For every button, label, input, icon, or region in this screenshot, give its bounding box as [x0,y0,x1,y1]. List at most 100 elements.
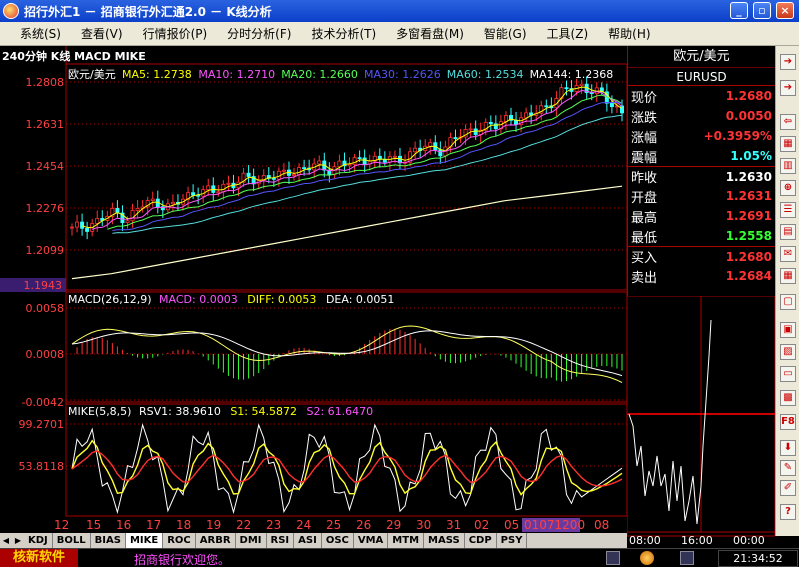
candle-body [413,147,418,153]
network-icon[interactable] [606,551,620,565]
date-tick: 01071200 [524,518,585,532]
tab-psy[interactable]: PSY [496,533,528,548]
quote-row: 涨幅 +0.3959% [628,126,775,146]
candle-body [438,149,443,157]
ma-legend-item: MA10: 1.2710 [198,68,275,81]
tab-mike[interactable]: MIKE [125,533,164,548]
ma-legend-item: MA60: 1.2534 [447,68,524,81]
tab-rsi[interactable]: RSI [266,533,295,548]
price-tick: 1.2808 [26,76,65,89]
menu-system[interactable]: 系统(S) [16,24,65,43]
candle-body [524,112,529,119]
quote-row: 最高 1.2691 [628,206,775,226]
zoom-icon[interactable]: ⊕ [780,180,796,196]
table-icon[interactable]: ▤ [780,224,796,240]
date-tick: 05 [504,518,519,532]
macd-dea-line [71,330,623,377]
menu-view[interactable]: 查看(V) [77,24,127,43]
alert-icon[interactable] [640,551,654,565]
layout-icon[interactable]: ▣ [780,322,796,338]
edit-icon[interactable]: ✎ [780,460,796,476]
candle-body [297,167,302,175]
tab-osc[interactable]: OSC [321,533,354,548]
tab-mtm[interactable]: MTM [388,533,425,548]
date-tick: 30 [416,518,431,532]
candle-body [130,210,135,222]
macd-value: MACD: 0.0003 [159,293,238,306]
mike-header: MIKE(5,8,5) RSV1: 38.9610 S1: 54.5872 S2… [68,405,373,418]
intraday-mini-chart[interactable]: 08:00 16:00 00:00 [626,295,776,547]
menu-technical[interactable]: 技术分析(T) [307,24,380,43]
quote-label: 买入 [631,251,658,266]
menu-intraday[interactable]: 分时分析(F) [223,24,295,43]
macd-tick: 0.0008 [26,348,65,361]
menu-multiwindow[interactable]: 多窗看盘(M) [392,24,468,43]
ma-legend: MA5: 1.2738 MA10: 1.2710 MA20: 1.2660 MA30:… [122,68,613,81]
screen-icon[interactable]: ▭ [780,366,796,382]
menu-help[interactable]: 帮助(H) [604,24,654,43]
download-icon[interactable]: ⬇ [780,440,796,456]
menu-tools[interactable]: 工具(Z) [543,24,593,43]
macd-ticks: 0.0058 0.0008 -0.0042 [22,302,64,409]
date-tick: 22 [236,518,251,532]
date-tick: 08 [594,518,609,532]
window-icon[interactable]: ▢ [780,294,796,310]
quote-row: 开盘 1.2631 [628,186,775,206]
tab-scroll-left-icon[interactable]: ◀ [0,533,12,548]
grid-icon[interactable]: ▦ [780,268,796,284]
minimize-button[interactable]: _ [730,2,748,19]
quote-value: 0.0050 [725,109,772,123]
tab-asi[interactable]: ASI [294,533,322,548]
quote-label: 最高 [631,210,658,226]
mini-time: 08:00 [629,534,661,546]
help-icon[interactable]: ? [780,504,796,520]
tab-cdp[interactable]: CDP [464,533,497,548]
tab-scroll-right-icon[interactable]: ▶ [12,533,24,548]
kline-chart-area[interactable]: 240分钟 K线 MACD MIKE 欧元/美元 MA5: 1.2738 MA10… [0,46,627,533]
close-button[interactable]: × [776,2,794,19]
chart-icon[interactable]: ▦ [780,136,796,152]
candle-body [357,157,362,160]
f8-key-icon[interactable]: F8 [780,414,796,430]
tab-kdj[interactable]: KDJ [24,533,53,548]
macd-tick: -0.0042 [22,396,64,409]
status-icon[interactable] [680,551,694,565]
tab-bias[interactable]: BIAS [90,533,126,548]
list-icon[interactable]: ☰ [780,202,796,218]
tab-vma[interactable]: VMA [353,533,389,548]
candle-body [609,102,614,108]
quote-value: 1.2680 [725,249,772,264]
tab-boll[interactable]: BOLL [52,533,91,548]
quote-title: 欧元/美元 [628,46,775,68]
ma-legend-item: MA20: 1.2660 [281,68,358,81]
status-bar: 核新软件 招商银行欢迎您。 21:34:52 [0,548,799,567]
candle-body [337,160,342,168]
maximize-button[interactable]: ▫ [753,2,771,19]
macd-tick: 0.0058 [26,302,65,315]
tab-dmi[interactable]: DMI [235,533,267,548]
menu-smart[interactable]: 智能(G) [480,24,531,43]
tab-mass[interactable]: MASS [424,533,465,548]
candle-body [362,157,367,165]
pen-icon[interactable]: ✐ [780,480,796,496]
news-icon[interactable]: ✉ [780,246,796,262]
date-tick: 24 [296,518,311,532]
arrow-left-icon[interactable]: ⇦ [780,114,796,130]
menu-quotes[interactable]: 行情报价(P) [139,24,212,43]
quote-value: 1.05% [730,149,772,163]
quote-value: 1.2691 [725,209,772,223]
candle-body [125,220,130,224]
bars-icon[interactable]: ▥ [780,158,796,174]
mike-tick: 99.2701 [19,418,65,431]
tab-roc[interactable]: ROC [163,533,196,548]
candle-body [564,87,569,90]
compare-icon[interactable]: ▨ [780,344,796,360]
candle-body [75,221,80,228]
mike-tick: 53.8118 [19,460,65,473]
arrow-right-icon[interactable]: ➔ [780,80,796,96]
tab-arbr[interactable]: ARBR [195,533,236,548]
date-tick: 25 [326,518,341,532]
arrow-right-icon[interactable]: ➔ [780,54,796,70]
stats-icon[interactable]: ▩ [780,390,796,406]
candle-body [347,164,352,167]
